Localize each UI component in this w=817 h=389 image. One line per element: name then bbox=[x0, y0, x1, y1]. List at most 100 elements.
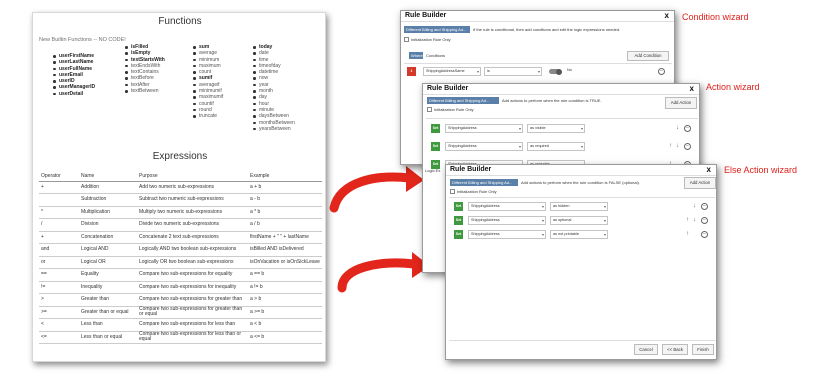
chevron-down-icon: ▾ bbox=[603, 218, 606, 223]
checkbox-icon[interactable] bbox=[450, 189, 455, 195]
table-cell: Addition bbox=[79, 181, 137, 194]
table-cell: Less than or equal bbox=[79, 331, 137, 344]
minus-circle-icon[interactable]: − bbox=[658, 68, 665, 75]
modal-description: If the rule is conditional, then add con… bbox=[473, 27, 621, 32]
value-text: as hidden bbox=[553, 204, 570, 208]
table-row: or Logical OR Logically OR two boolean sub… bbox=[39, 256, 322, 269]
minus-circle-icon[interactable]: − bbox=[684, 125, 691, 132]
table-cell: Greater than bbox=[79, 293, 137, 307]
modal-title: Rule Builder bbox=[450, 166, 492, 173]
table-cell: Less than bbox=[79, 318, 137, 332]
rule-name-pill[interactable]: Different Billing and Shipping Ad... bbox=[404, 26, 470, 33]
action-value-select[interactable]: as visible ▾ bbox=[527, 124, 585, 133]
arrow-down-icon[interactable]: ↓ bbox=[693, 202, 696, 211]
rule-name-pill[interactable]: Different Billing and Shipping Ad... bbox=[427, 97, 499, 104]
table-cell: Compare two sub-expressions for less tha… bbox=[137, 331, 248, 344]
chevron-down-icon: ▾ bbox=[476, 69, 479, 74]
checkbox-label: Initialization Rule Only bbox=[457, 189, 497, 194]
divider bbox=[449, 340, 715, 341]
value-text: No bbox=[567, 68, 572, 72]
add-condition-button[interactable]: Add Condition bbox=[627, 51, 669, 61]
table-cell: a == b bbox=[248, 268, 322, 282]
table-cell: Compare two sub-expressions for greater … bbox=[137, 306, 248, 319]
action-field-select[interactable]: ShippingAddress ▾ bbox=[468, 230, 546, 239]
checkbox-label: Initialization Rule Only bbox=[411, 37, 451, 42]
expressions-table: Operator Name Purpose Example + Addition Add … bbox=[39, 172, 322, 344]
action-field-select[interactable]: ShippingAddress ▾ bbox=[468, 202, 546, 211]
chevron-down-icon: ▾ bbox=[580, 144, 583, 149]
arrow-down-icon[interactable]: ↓ bbox=[693, 216, 696, 225]
field-value: ShippingAddress bbox=[471, 232, 500, 236]
checkbox-icon[interactable] bbox=[404, 37, 409, 43]
user-functions-list: userFirstName userLastName userFullName use… bbox=[53, 53, 95, 97]
action-value-select[interactable]: as hidden ▾ bbox=[550, 202, 608, 211]
else-rule-builder-modal: Rule Builder x Different Billing and Shi… bbox=[445, 164, 717, 360]
cancel-button[interactable]: Cancel bbox=[634, 344, 658, 355]
table-row: + Addition Add two numeric sub-expressions… bbox=[39, 181, 322, 194]
chevron-down-icon: ▾ bbox=[541, 218, 544, 223]
initialization-checkbox[interactable]: Initialization Rule Only bbox=[450, 189, 497, 195]
function-item: yearsBetween bbox=[253, 126, 295, 132]
close-icon[interactable]: x bbox=[690, 84, 694, 93]
initialization-checkbox[interactable]: Initialization Rule Only bbox=[427, 107, 474, 113]
action-field-select[interactable]: ShippingAddress ▾ bbox=[445, 142, 523, 151]
set-tag: Set bbox=[431, 124, 440, 133]
action-wizard-label: Action wizard bbox=[706, 82, 760, 92]
add-action-button[interactable]: Add Action bbox=[684, 177, 716, 189]
table-row: and Logical AND Logically AND two boolean … bbox=[39, 243, 322, 257]
minus-circle-icon[interactable]: − bbox=[684, 143, 691, 150]
field-value: ShippingAddress bbox=[448, 144, 477, 148]
chevron-down-icon: ▾ bbox=[603, 232, 606, 237]
checkbox-icon[interactable] bbox=[427, 107, 432, 113]
action-field-select[interactable]: ShippingAddress ▾ bbox=[468, 216, 546, 225]
close-icon[interactable]: x bbox=[707, 165, 711, 174]
arrow-down-icon[interactable]: ↓ bbox=[676, 124, 679, 133]
chevron-down-icon: ▾ bbox=[541, 232, 544, 237]
action-value-select[interactable]: as required ▾ bbox=[527, 142, 585, 151]
add-action-button[interactable]: Add Action bbox=[665, 97, 697, 109]
set-tag: Set bbox=[454, 216, 463, 225]
arrow-up-icon[interactable]: ↑ bbox=[669, 142, 672, 151]
rule-name-pill[interactable]: Different Billing and Shipping Ad... bbox=[450, 179, 518, 186]
initialization-checkbox[interactable]: Initialization Rule Only bbox=[404, 37, 451, 43]
arrow-down-icon[interactable]: ↓ bbox=[676, 142, 679, 151]
modal-description: Add actions to perform when the rule con… bbox=[502, 98, 602, 103]
table-cell: a * b bbox=[248, 206, 322, 219]
action-value-select[interactable]: as not printable ▾ bbox=[550, 230, 608, 239]
table-cell: != bbox=[39, 281, 79, 294]
action-field-select[interactable]: ShippingAddress ▾ bbox=[445, 124, 523, 133]
expressions-title: Expressions bbox=[152, 151, 208, 162]
action-row: Set ShippingAddress ▾ as hidden ▾ ↓ − bbox=[454, 202, 712, 211]
table-row: == Equality Compare two sub-expressions fo… bbox=[39, 268, 322, 282]
arrow-to-action-icon bbox=[329, 166, 424, 213]
arrow-up-icon[interactable]: ↑ bbox=[686, 216, 689, 225]
minus-circle-icon[interactable]: − bbox=[701, 217, 708, 224]
condition-value[interactable]: No bbox=[547, 67, 635, 76]
action-row: Set ShippingAddress ▾ as not printable ▾ ↑ − bbox=[454, 230, 712, 239]
minus-circle-icon[interactable]: − bbox=[701, 203, 708, 210]
finish-button[interactable]: Finish bbox=[692, 344, 714, 355]
close-icon[interactable]: x bbox=[665, 11, 669, 20]
table-cell: Logical AND bbox=[79, 243, 137, 257]
table-cell: firstName + " " + lastName bbox=[248, 231, 322, 244]
column-header: Name bbox=[79, 172, 137, 182]
table-cell: Equality bbox=[79, 268, 137, 282]
divider bbox=[404, 63, 672, 64]
minus-circle-icon[interactable]: − bbox=[701, 231, 708, 238]
tab-conditions[interactable]: Conditions bbox=[426, 53, 445, 58]
modal-header: Rule Builder x bbox=[423, 84, 699, 95]
condition-field-select[interactable]: ShippingAddressSame ▾ bbox=[423, 67, 481, 76]
modal-header: Rule Builder x bbox=[401, 11, 674, 22]
chevron-down-icon: ▾ bbox=[518, 144, 521, 149]
set-tag: Set bbox=[454, 230, 463, 239]
back-button[interactable]: << Back bbox=[662, 344, 688, 355]
table-cell: Subtraction bbox=[79, 193, 137, 207]
date-functions-list: today date time timeofday datetime now year mon… bbox=[253, 44, 295, 132]
chevron-down-icon: ▾ bbox=[580, 126, 583, 131]
function-item: textBetween bbox=[125, 88, 165, 94]
condition-operator-select[interactable]: is ▾ bbox=[484, 67, 542, 76]
modal-header: Rule Builder x bbox=[446, 165, 716, 176]
divider bbox=[449, 197, 715, 198]
action-value-select[interactable]: as optional ▾ bbox=[550, 216, 608, 225]
arrow-up-icon[interactable]: ↑ bbox=[686, 230, 689, 239]
